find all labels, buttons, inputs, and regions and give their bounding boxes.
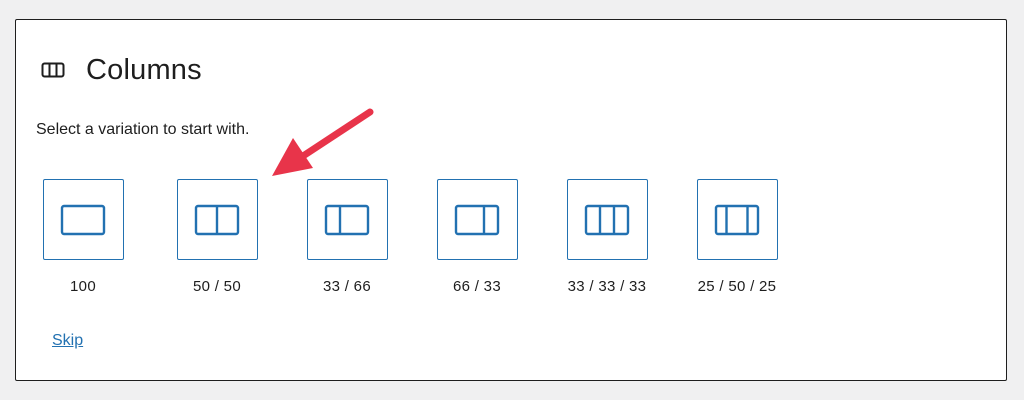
layout-25-50-25-icon — [714, 204, 760, 235]
variation-33-66-button[interactable] — [306, 179, 388, 260]
variation-50-50-button[interactable] — [176, 179, 258, 260]
variation-label: 66 / 33 — [453, 278, 501, 295]
variation-label: 100 — [70, 278, 96, 295]
variation-25-50-25: 25 / 50 / 25 — [667, 179, 807, 295]
layout-33-66-icon — [324, 204, 370, 235]
variation-100: 100 — [13, 179, 153, 295]
variation-66-33: 66 / 33 — [407, 179, 547, 295]
layout-50-50-icon — [194, 204, 240, 235]
columns-placeholder: Columns Select a variation to start with… — [15, 19, 1007, 381]
variation-33-33-33-button[interactable] — [566, 179, 648, 260]
variation-label: 33 / 66 — [323, 278, 371, 295]
block-header: Columns — [40, 52, 202, 88]
variation-100-button[interactable] — [42, 179, 124, 260]
layout-33-33-33-icon — [584, 204, 630, 235]
columns-icon — [41, 62, 65, 78]
skip-link[interactable]: Skip — [52, 332, 83, 350]
variation-33-33-33: 33 / 33 / 33 — [537, 179, 677, 295]
variation-label: 50 / 50 — [193, 278, 241, 295]
variation-label: 25 / 50 / 25 — [697, 278, 777, 295]
variation-label: 33 / 33 / 33 — [567, 278, 647, 295]
layout-100-icon — [60, 204, 106, 235]
layout-66-33-icon — [454, 204, 500, 235]
variation-50-50: 50 / 50 — [147, 179, 287, 295]
variation-66-33-button[interactable] — [436, 179, 518, 260]
instructions-text: Select a variation to start with. — [36, 121, 250, 138]
variation-25-50-25-button[interactable] — [696, 179, 778, 260]
block-title: Columns — [86, 53, 202, 86]
variation-33-66: 33 / 66 — [277, 179, 417, 295]
